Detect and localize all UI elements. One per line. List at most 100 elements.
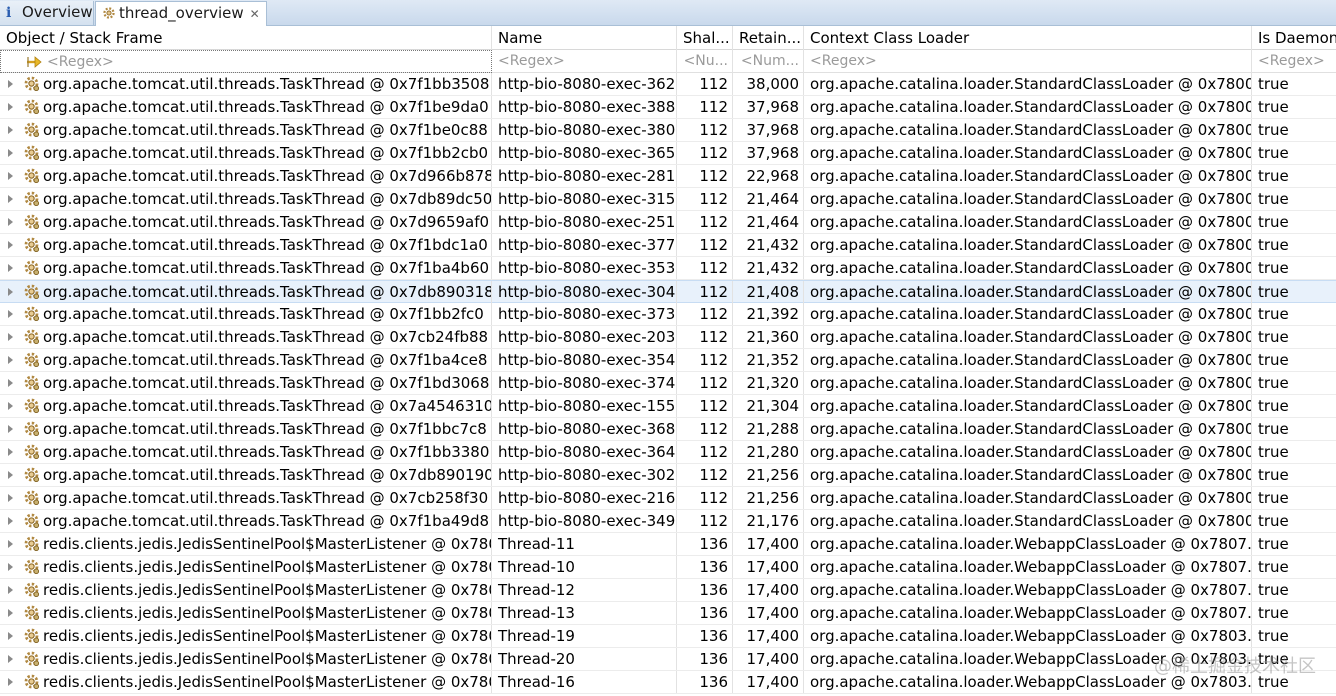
column-header-object[interactable]: Object / Stack Frame bbox=[0, 26, 492, 50]
cell-object: org.apache.tomcat.util.threads.TaskThrea… bbox=[0, 487, 492, 509]
table-row[interactable]: org.apache.tomcat.util.threads.TaskThrea… bbox=[0, 349, 1336, 372]
cell-name: http-bio-8080-exec-388 bbox=[492, 96, 677, 118]
cell-shallow-heap: 112 bbox=[677, 281, 733, 303]
cell-object: org.apache.tomcat.util.threads.TaskThrea… bbox=[0, 234, 492, 256]
cell-retained-heap: 21,256 bbox=[733, 464, 804, 486]
table-row[interactable]: org.apache.tomcat.util.threads.TaskThrea… bbox=[0, 188, 1336, 211]
cell-retained-heap: 38,000 bbox=[733, 73, 804, 95]
cell-name: http-bio-8080-exec-315 bbox=[492, 188, 677, 210]
table-row[interactable]: redis.clients.jedis.JedisSentinelPool$Ma… bbox=[0, 602, 1336, 625]
cell-context-class-loader: org.apache.catalina.loader.WebappClassLo… bbox=[804, 579, 1252, 601]
table-row[interactable]: org.apache.tomcat.util.threads.TaskThrea… bbox=[0, 372, 1336, 395]
table-row[interactable]: org.apache.tomcat.util.threads.TaskThrea… bbox=[0, 257, 1336, 280]
filter-context-class-loader-input[interactable]: <Regex> bbox=[804, 50, 1252, 73]
cell-shallow-heap: 136 bbox=[677, 579, 733, 601]
cell-object: org.apache.tomcat.util.threads.TaskThrea… bbox=[0, 73, 492, 95]
cell-name: http-bio-8080-exec-373 bbox=[492, 303, 677, 325]
cell-object: org.apache.tomcat.util.threads.TaskThrea… bbox=[0, 257, 492, 279]
cell-object: org.apache.tomcat.util.threads.TaskThrea… bbox=[0, 303, 492, 325]
filter-shallow-input[interactable]: <Nu... bbox=[677, 50, 733, 73]
tab-overview[interactable]: i Overview bbox=[0, 1, 94, 25]
cell-object: redis.clients.jedis.JedisSentinelPool$Ma… bbox=[0, 579, 492, 601]
filter-arrow-icon bbox=[27, 56, 42, 68]
table-row[interactable]: org.apache.tomcat.util.threads.TaskThrea… bbox=[0, 234, 1336, 257]
table-row[interactable]: redis.clients.jedis.JedisSentinelPool$Ma… bbox=[0, 625, 1336, 648]
cell-is-daemon: true bbox=[1258, 650, 1289, 668]
cell-is-daemon: true bbox=[1258, 420, 1289, 438]
tab-thread-overview-label: thread_overview bbox=[119, 4, 244, 22]
filter-name-input[interactable]: <Regex> bbox=[492, 50, 677, 73]
filter-is-daemon-input[interactable]: <Regex> bbox=[1252, 50, 1336, 73]
cell-retained-heap: 21,432 bbox=[733, 234, 804, 256]
tab-thread-overview[interactable]: thread_overview ✕ bbox=[95, 1, 267, 26]
cell-name: http-bio-8080-exec-281 bbox=[492, 165, 677, 187]
cell-name: http-bio-8080-exec-377 bbox=[492, 234, 677, 256]
cell-is-daemon: true bbox=[1258, 283, 1289, 301]
column-header-retained[interactable]: Retain... bbox=[733, 26, 804, 50]
cell-object: org.apache.tomcat.util.threads.TaskThrea… bbox=[0, 211, 492, 233]
cell-name: Thread-16 bbox=[492, 671, 677, 693]
filter-object-input[interactable]: <Regex> bbox=[0, 50, 492, 73]
cell-context-class-loader: org.apache.catalina.loader.StandardClass… bbox=[804, 234, 1252, 256]
cell-is-daemon: true bbox=[1258, 627, 1289, 645]
cell-object: org.apache.tomcat.util.threads.TaskThrea… bbox=[0, 418, 492, 440]
cell-retained-heap: 17,400 bbox=[733, 579, 804, 601]
table-row[interactable]: org.apache.tomcat.util.threads.TaskThrea… bbox=[0, 165, 1336, 188]
column-header-is-daemon[interactable]: Is Daemon bbox=[1252, 26, 1336, 50]
table-row[interactable]: org.apache.tomcat.util.threads.TaskThrea… bbox=[0, 96, 1336, 119]
cell-object: org.apache.tomcat.util.threads.TaskThrea… bbox=[0, 188, 492, 210]
table-body: org.apache.tomcat.util.threads.TaskThrea… bbox=[0, 73, 1336, 694]
cell-shallow-heap: 112 bbox=[677, 349, 733, 371]
table-row[interactable]: org.apache.tomcat.util.threads.TaskThrea… bbox=[0, 280, 1336, 303]
table-row[interactable]: org.apache.tomcat.util.threads.TaskThrea… bbox=[0, 142, 1336, 165]
cell-retained-heap: 21,280 bbox=[733, 441, 804, 463]
column-header-name[interactable]: Name bbox=[492, 26, 677, 50]
cell-is-daemon: true bbox=[1258, 581, 1289, 599]
cell-shallow-heap: 112 bbox=[677, 510, 733, 532]
cell-name: http-bio-8080-exec-302 bbox=[492, 464, 677, 486]
cell-is-daemon: true bbox=[1258, 144, 1289, 162]
table-row[interactable]: redis.clients.jedis.JedisSentinelPool$Ma… bbox=[0, 579, 1336, 602]
cell-is-daemon: true bbox=[1258, 604, 1289, 622]
close-tab-icon[interactable]: ✕ bbox=[250, 3, 260, 25]
cell-shallow-heap: 112 bbox=[677, 142, 733, 164]
cell-is-daemon: true bbox=[1258, 167, 1289, 185]
table-row[interactable]: org.apache.tomcat.util.threads.TaskThrea… bbox=[0, 211, 1336, 234]
table-row[interactable]: redis.clients.jedis.JedisSentinelPool$Ma… bbox=[0, 556, 1336, 579]
table-row[interactable]: redis.clients.jedis.JedisSentinelPool$Ma… bbox=[0, 533, 1336, 556]
table-row[interactable]: org.apache.tomcat.util.threads.TaskThrea… bbox=[0, 119, 1336, 142]
cell-context-class-loader: org.apache.catalina.loader.WebappClassLo… bbox=[804, 556, 1252, 578]
cell-name: http-bio-8080-exec-203 bbox=[492, 326, 677, 348]
cell-shallow-heap: 112 bbox=[677, 73, 733, 95]
table-row[interactable]: org.apache.tomcat.util.threads.TaskThrea… bbox=[0, 326, 1336, 349]
cell-shallow-heap: 112 bbox=[677, 464, 733, 486]
table-row[interactable]: org.apache.tomcat.util.threads.TaskThrea… bbox=[0, 487, 1336, 510]
table-row[interactable]: org.apache.tomcat.util.threads.TaskThrea… bbox=[0, 441, 1336, 464]
column-header-shallow[interactable]: Shal... bbox=[677, 26, 733, 50]
filter-retained-input[interactable]: <Num... bbox=[733, 50, 804, 73]
cell-name: Thread-11 bbox=[492, 533, 677, 555]
cell-retained-heap: 21,464 bbox=[733, 211, 804, 233]
cell-object: redis.clients.jedis.JedisSentinelPool$Ma… bbox=[0, 556, 492, 578]
table-row[interactable]: org.apache.tomcat.util.threads.TaskThrea… bbox=[0, 395, 1336, 418]
table-row[interactable]: redis.clients.jedis.JedisSentinelPool$Ma… bbox=[0, 648, 1336, 671]
cell-is-daemon: true bbox=[1258, 466, 1289, 484]
table-row[interactable]: redis.clients.jedis.JedisSentinelPool$Ma… bbox=[0, 671, 1336, 694]
cell-retained-heap: 21,432 bbox=[733, 257, 804, 279]
table-row[interactable]: org.apache.tomcat.util.threads.TaskThrea… bbox=[0, 418, 1336, 441]
cell-name: http-bio-8080-exec-380 bbox=[492, 119, 677, 141]
cell-is-daemon: true bbox=[1258, 75, 1289, 93]
table-row[interactable]: org.apache.tomcat.util.threads.TaskThrea… bbox=[0, 73, 1336, 96]
cell-context-class-loader: org.apache.catalina.loader.StandardClass… bbox=[804, 349, 1252, 371]
cell-object: redis.clients.jedis.JedisSentinelPool$Ma… bbox=[0, 671, 492, 693]
column-header-context-class-loader[interactable]: Context Class Loader bbox=[804, 26, 1252, 50]
cell-retained-heap: 21,304 bbox=[733, 395, 804, 417]
cell-name: http-bio-8080-exec-349 bbox=[492, 510, 677, 532]
table-row[interactable]: org.apache.tomcat.util.threads.TaskThrea… bbox=[0, 303, 1336, 326]
table-row[interactable]: org.apache.tomcat.util.threads.TaskThrea… bbox=[0, 510, 1336, 533]
cell-context-class-loader: org.apache.catalina.loader.StandardClass… bbox=[804, 441, 1252, 463]
table-row[interactable]: org.apache.tomcat.util.threads.TaskThrea… bbox=[0, 464, 1336, 487]
cell-object: redis.clients.jedis.JedisSentinelPool$Ma… bbox=[0, 648, 492, 670]
cell-shallow-heap: 112 bbox=[677, 372, 733, 394]
cell-shallow-heap: 112 bbox=[677, 119, 733, 141]
